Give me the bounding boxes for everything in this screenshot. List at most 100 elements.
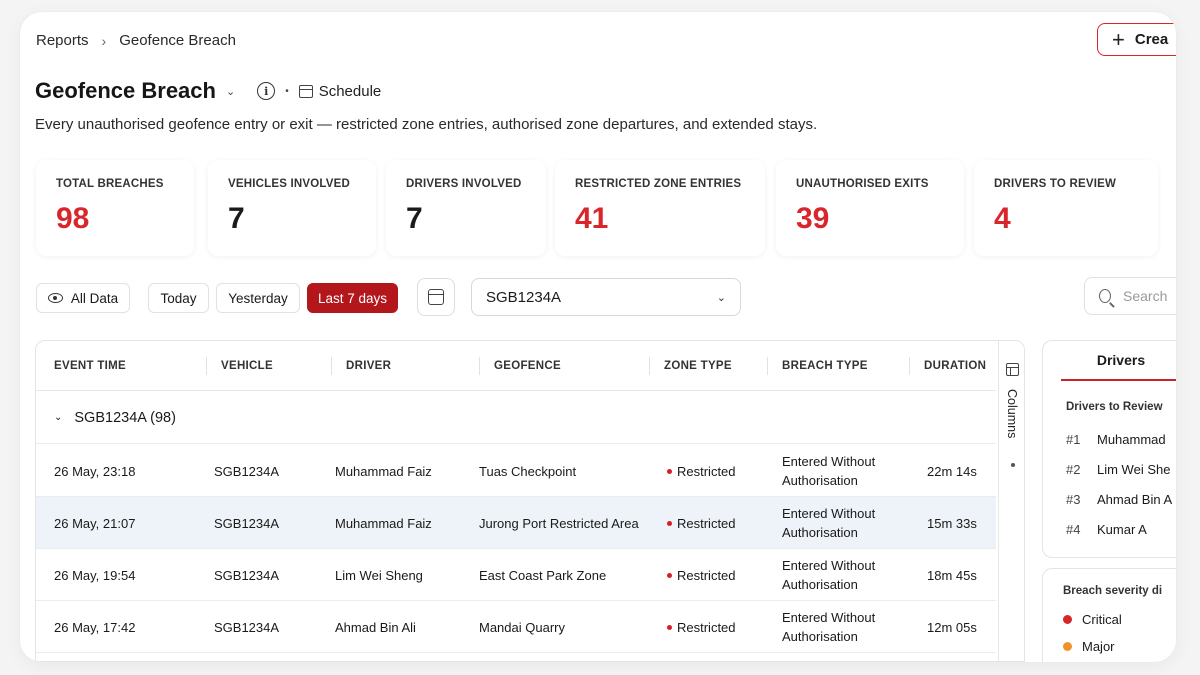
- search-box[interactable]: [1084, 277, 1176, 315]
- zone-label: Restricted: [677, 463, 736, 479]
- stat-card-drivers-involved: DRIVERS INVOLVED 7: [386, 160, 546, 256]
- zone-status-dot: [667, 572, 672, 578]
- cell-driver: Muhammad Faiz: [335, 515, 432, 531]
- cell-geofence: Jurong Port Restricted Area: [479, 515, 639, 531]
- column-header-breach-type[interactable]: BREACH TYPE: [782, 341, 868, 391]
- zone-label: Restricted: [677, 515, 736, 531]
- table-header: EVENT TIME VEHICLE DRIVER GEOFENCE ZONE …: [36, 341, 996, 391]
- cell-driver: Muhammad Faiz: [335, 463, 432, 479]
- severity-heading: Breach severity di: [1063, 585, 1163, 597]
- driver-list-item[interactable]: #1 Muhammad: [1066, 432, 1166, 447]
- zone-status-dot: [667, 520, 672, 526]
- last-7-days-button[interactable]: Last 7 days: [307, 283, 398, 313]
- create-button[interactable]: + Crea: [1097, 23, 1176, 56]
- column-divider: [479, 357, 480, 375]
- cell-breach-type: Entered Without Authorisation: [782, 506, 876, 540]
- vehicle-select[interactable]: SGB1234A ⌄: [471, 278, 741, 316]
- search-input[interactable]: [1123, 288, 1176, 304]
- create-button-label: Crea: [1134, 31, 1169, 48]
- search-icon: [1099, 289, 1111, 303]
- cell-event-time: 26 May, 21:07: [54, 515, 136, 531]
- critical-dot: [1063, 615, 1072, 624]
- group-label: SGB1234A (98): [74, 409, 176, 426]
- stat-card-vehicles-involved: VEHICLES INVOLVED 7: [208, 160, 376, 256]
- eye-icon: [47, 293, 63, 303]
- cell-vehicle: SGB1234A: [214, 463, 280, 479]
- column-header-zone-type[interactable]: ZONE TYPE: [664, 341, 732, 391]
- tab-drivers[interactable]: Drivers: [1061, 341, 1176, 381]
- column-header-event-time[interactable]: EVENT TIME: [54, 341, 126, 391]
- cell-vehicle: SGB1234A: [214, 567, 280, 583]
- stat-card-unauthorised-exits: UNAUTHORISED EXITS 39: [776, 160, 964, 256]
- column-header-geofence[interactable]: GEOFENCE: [494, 341, 561, 391]
- yesterday-button[interactable]: Yesterday: [216, 283, 300, 313]
- date-picker-button[interactable]: [417, 278, 455, 316]
- columns-toggle[interactable]: Columns: [998, 341, 1024, 661]
- driver-rank: #4: [1066, 522, 1081, 537]
- info-icon[interactable]: i: [257, 82, 276, 100]
- dot-separator: •: [285, 85, 289, 97]
- severity-label: Critical: [1082, 612, 1122, 627]
- major-dot: [1063, 642, 1072, 651]
- cell-geofence: Mandai Quarry: [479, 619, 565, 635]
- stat-value: 7: [228, 202, 245, 235]
- column-header-duration[interactable]: DURATION: [924, 341, 986, 391]
- vehicle-group-row[interactable]: ⌄ SGB1234A (98): [36, 392, 996, 444]
- column-divider: [649, 357, 650, 375]
- cell-breach-type: Entered Without Authorisation: [782, 454, 876, 488]
- vehicle-select-value: SGB1234A: [486, 288, 562, 306]
- stat-label: UNAUTHORISED EXITS: [796, 178, 929, 190]
- cell-event-time: 26 May, 17:42: [54, 619, 136, 635]
- cell-zone-type: Restricted: [667, 445, 736, 497]
- table-row[interactable]: 26 May, 23:18 SGB1234A Muhammad Faiz Tua…: [36, 445, 996, 497]
- stat-value: 41: [575, 202, 609, 235]
- stat-value: 4: [994, 202, 1011, 235]
- column-divider: [206, 357, 207, 375]
- cell-zone-type: Restricted: [667, 497, 736, 549]
- columns-icon: [1006, 363, 1019, 376]
- table-row[interactable]: 26 May, 19:54 SGB1234A Lim Wei Sheng Eas…: [36, 549, 996, 601]
- zone-status-dot: [667, 468, 672, 474]
- column-header-vehicle[interactable]: VEHICLE: [221, 341, 273, 391]
- page-description: Every unauthorised geofence entry or exi…: [35, 116, 818, 133]
- column-divider: [909, 357, 910, 375]
- cell-breach-type: Entered Without Authorisation: [782, 610, 876, 644]
- chevron-down-icon[interactable]: ⌄: [54, 412, 62, 423]
- severity-panel: Breach severity di Critical Major: [1042, 568, 1176, 662]
- driver-rank: #2: [1066, 462, 1081, 477]
- breadcrumb-reports[interactable]: Reports: [36, 32, 89, 49]
- page-title: Geofence Breach: [35, 78, 216, 103]
- stat-card-drivers-to-review: DRIVERS TO REVIEW 4: [974, 160, 1158, 256]
- all-data-label: All Data: [70, 290, 119, 306]
- column-header-driver[interactable]: DRIVER: [346, 341, 391, 391]
- zone-label: Restricted: [677, 619, 736, 635]
- breadcrumb-current: Geofence Breach: [119, 32, 236, 49]
- dot-icon: [1011, 463, 1015, 467]
- stat-label: DRIVERS INVOLVED: [406, 178, 522, 190]
- driver-list-item[interactable]: #3 Ahmad Bin A: [1066, 492, 1172, 507]
- today-button[interactable]: Today: [148, 283, 209, 313]
- driver-rank: #1: [1066, 432, 1081, 447]
- cell-event-time: 26 May, 23:18: [54, 463, 136, 479]
- column-divider: [767, 357, 768, 375]
- cell-duration: 22m 14s: [927, 463, 977, 479]
- cell-zone-type: Restricted: [667, 549, 736, 601]
- severity-label: Major: [1082, 639, 1115, 654]
- stat-label: DRIVERS TO REVIEW: [994, 178, 1117, 190]
- all-data-button[interactable]: All Data: [36, 283, 130, 313]
- schedule-button[interactable]: Schedule: [298, 83, 381, 100]
- driver-list-item[interactable]: #4 Kumar A: [1066, 522, 1147, 537]
- driver-name: Muhammad: [1097, 432, 1166, 447]
- calendar-icon: [428, 289, 444, 305]
- chevron-down-icon[interactable]: ⌄: [226, 85, 235, 98]
- drivers-panel: Drivers Drivers to Review #1 Muhammad #2…: [1042, 340, 1176, 558]
- stat-value: 98: [56, 202, 90, 235]
- column-divider: [331, 357, 332, 375]
- driver-list-item[interactable]: #2 Lim Wei She: [1066, 462, 1170, 477]
- cell-duration: 18m 45s: [927, 567, 977, 583]
- table-row[interactable]: 26 May, 17:42 SGB1234A Ahmad Bin Ali Man…: [36, 601, 996, 653]
- driver-rank: #3: [1066, 492, 1081, 507]
- plus-icon: +: [1112, 26, 1125, 52]
- stat-value: 39: [796, 202, 830, 235]
- table-row[interactable]: 26 May, 21:07 SGB1234A Muhammad Faiz Jur…: [36, 497, 996, 549]
